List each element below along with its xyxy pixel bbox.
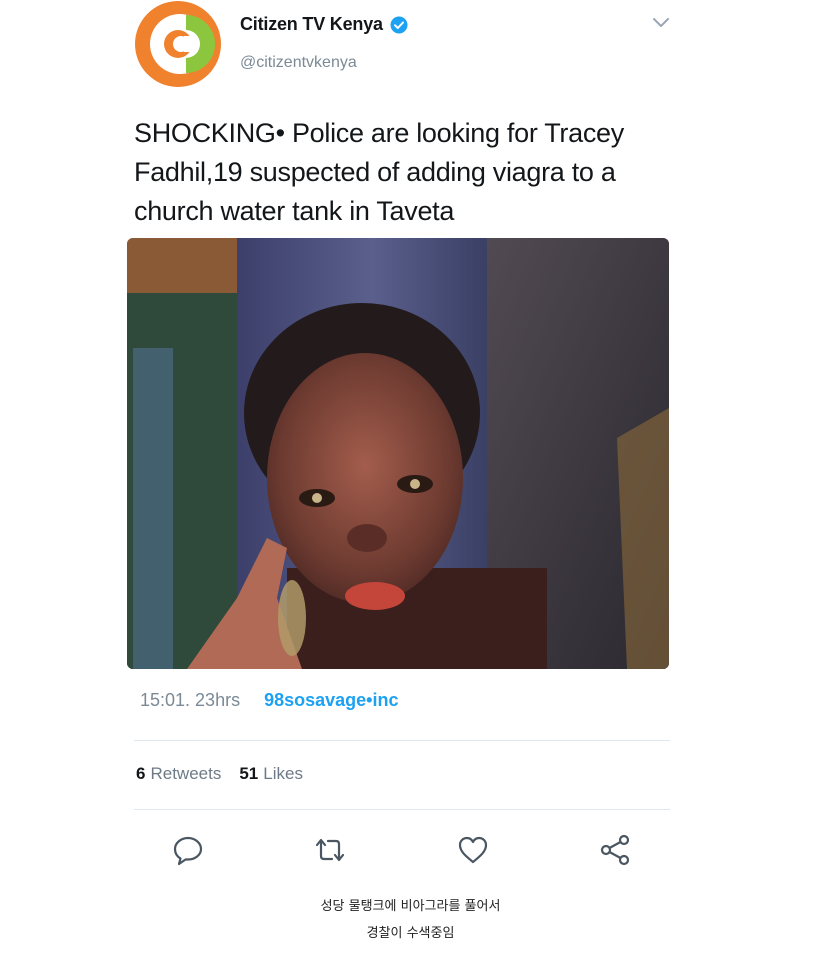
likes-stat[interactable]: 51 Likes	[239, 764, 303, 784]
author-name-row: Citizen TV Kenya	[240, 14, 408, 35]
retweet-icon	[315, 838, 345, 862]
divider	[134, 809, 670, 810]
citizen-tv-logo	[135, 1, 221, 87]
tweet-photo[interactable]	[127, 238, 669, 669]
tweet-timestamp[interactable]: 15:01. 23hrs	[140, 690, 240, 711]
chevron-down-icon[interactable]	[651, 16, 671, 30]
retweets-label: Retweets	[150, 764, 222, 783]
avatar[interactable]	[134, 0, 222, 88]
divider	[134, 740, 670, 741]
caption-line-1: 성당 물탱크에 비아그라를 풀어서	[320, 899, 501, 914]
share-icon	[600, 834, 630, 866]
verified-badge-icon	[390, 16, 408, 34]
tweet-source-link[interactable]: 98sosavage•inc	[264, 690, 398, 711]
tweet-text: SHOCKING• Police are looking for Tracey …	[134, 118, 624, 226]
display-name[interactable]: Citizen TV Kenya	[240, 14, 383, 35]
tweet-card: Citizen TV Kenya @citizentvkenya SHOCKIN…	[0, 0, 821, 880]
like-button[interactable]	[456, 833, 490, 867]
reply-icon	[173, 836, 203, 866]
tweet-meta: 15:01. 23hrs 98sosavage•inc	[140, 690, 398, 711]
heart-icon	[458, 836, 488, 864]
caption-line-2: 경찰이 수색중임	[366, 926, 455, 941]
tweet-stats: 6 Retweets 51 Likes	[136, 764, 303, 784]
retweets-count: 6	[136, 764, 146, 783]
retweets-stat[interactable]: 6 Retweets	[136, 764, 221, 784]
likes-label: Likes	[263, 764, 303, 783]
retweet-button[interactable]	[313, 833, 347, 867]
share-button[interactable]	[598, 833, 632, 867]
likes-count: 51	[239, 764, 259, 783]
author-handle[interactable]: @citizentvkenya	[240, 54, 357, 72]
reply-button[interactable]	[171, 833, 205, 867]
